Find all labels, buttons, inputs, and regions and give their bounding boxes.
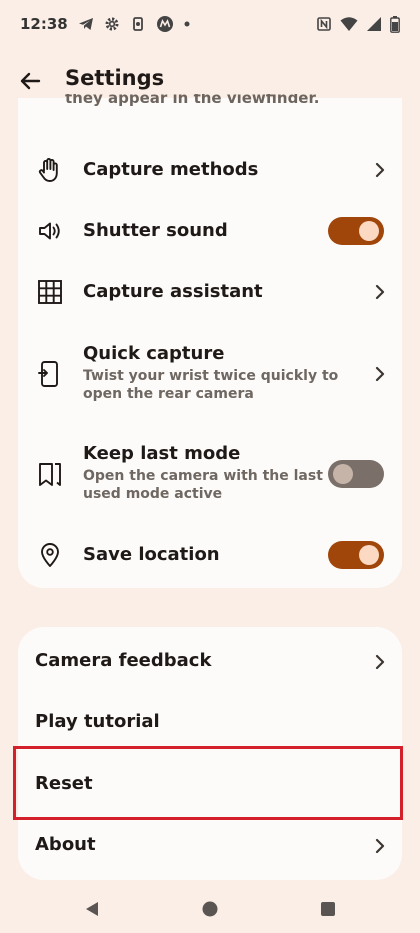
battery-icon bbox=[390, 15, 400, 33]
signal-icon bbox=[366, 16, 382, 32]
nav-recents-button[interactable] bbox=[318, 899, 338, 919]
setting-keep-last-mode[interactable]: Keep last mode Open the camera with the … bbox=[18, 438, 402, 510]
chevron-right-icon bbox=[372, 366, 388, 382]
about-item[interactable]: About bbox=[18, 816, 402, 876]
chevron-right-icon bbox=[372, 284, 388, 300]
recents-square-icon bbox=[321, 902, 335, 916]
setting-title: Quick capture bbox=[83, 343, 225, 364]
wifi-icon bbox=[340, 16, 358, 32]
grid-icon bbox=[36, 278, 64, 306]
chevron-right-icon bbox=[372, 162, 388, 178]
phone-twist-icon bbox=[36, 360, 64, 388]
setting-text: Keep last mode Open the camera with the … bbox=[83, 443, 342, 503]
chevron-right-icon bbox=[372, 838, 388, 854]
telegram-icon bbox=[78, 16, 94, 32]
setting-quick-capture[interactable]: Quick capture Twist your wrist twice qui… bbox=[18, 338, 402, 410]
setting-shutter-sound[interactable]: Shutter sound bbox=[18, 209, 402, 253]
item-label: Play tutorial bbox=[35, 711, 160, 732]
setting-text: Quick capture Twist your wrist twice qui… bbox=[83, 343, 342, 403]
setting-title: Save location bbox=[83, 544, 220, 565]
play-tutorial-item[interactable]: Play tutorial bbox=[18, 693, 402, 753]
reset-highlight-box bbox=[13, 746, 403, 820]
setting-text: Save location bbox=[83, 544, 342, 566]
screen-rotate-icon bbox=[130, 16, 146, 32]
motorola-icon bbox=[156, 15, 174, 33]
camera-feedback-item[interactable]: Camera feedback bbox=[18, 632, 402, 692]
setting-title: Keep last mode bbox=[83, 443, 241, 464]
page-title: Settings bbox=[65, 66, 165, 90]
arrow-left-icon bbox=[20, 72, 41, 90]
setting-title: Shutter sound bbox=[83, 220, 228, 241]
bookmark-icon bbox=[36, 460, 64, 488]
setting-capture-assistant[interactable]: Capture assistant bbox=[18, 270, 402, 314]
hand-icon bbox=[36, 156, 64, 184]
back-button[interactable] bbox=[14, 65, 46, 97]
nav-back-button[interactable] bbox=[82, 899, 102, 919]
scrolled-out-description: they appear in the viewfinder. bbox=[65, 94, 320, 107]
setting-text: Capture assistant bbox=[83, 281, 342, 303]
save-location-toggle[interactable] bbox=[328, 541, 384, 569]
chevron-right-icon bbox=[372, 654, 388, 670]
location-pin-icon bbox=[36, 541, 64, 569]
setting-text: Capture methods bbox=[83, 159, 342, 181]
system-nav-bar bbox=[0, 885, 420, 933]
setting-save-location[interactable]: Save location bbox=[18, 533, 402, 577]
item-label: About bbox=[35, 834, 96, 855]
setting-title: Capture methods bbox=[83, 159, 259, 180]
setting-subtitle: Open the camera with the last used mode … bbox=[83, 468, 323, 502]
toggle-knob bbox=[333, 464, 353, 484]
back-triangle-icon bbox=[86, 902, 98, 916]
nav-home-button[interactable] bbox=[200, 899, 220, 919]
setting-title: Capture assistant bbox=[83, 281, 263, 302]
item-label: Camera feedback bbox=[35, 650, 212, 671]
dot-icon bbox=[184, 21, 190, 27]
nfc-icon bbox=[316, 16, 332, 32]
status-time: 12:38 bbox=[20, 15, 68, 33]
toggle-knob bbox=[359, 221, 379, 241]
setting-capture-methods[interactable]: Capture methods bbox=[18, 148, 402, 192]
toggle-knob bbox=[359, 545, 379, 565]
setting-text: Shutter sound bbox=[83, 220, 342, 242]
settings-list-card: Capture methods Shutter sound Capture as… bbox=[18, 98, 402, 588]
status-bar: 12:38 bbox=[0, 0, 420, 48]
settings-gear-icon bbox=[104, 16, 120, 32]
home-circle-icon bbox=[202, 901, 218, 917]
keep-last-mode-toggle[interactable] bbox=[328, 460, 384, 488]
speaker-icon bbox=[36, 217, 64, 245]
shutter-sound-toggle[interactable] bbox=[328, 217, 384, 245]
setting-subtitle: Twist your wrist twice quickly to open t… bbox=[83, 368, 339, 402]
